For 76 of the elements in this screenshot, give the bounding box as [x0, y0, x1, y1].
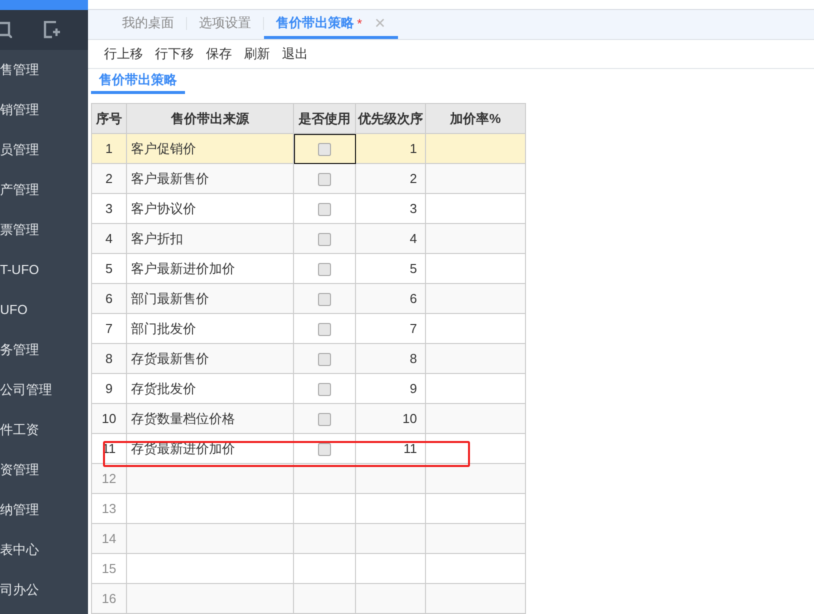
sidebar-item[interactable]: 员管理 — [0, 130, 39, 170]
sidebar-item[interactable]: 产管理 — [0, 170, 39, 210]
row-number: 7 — [105, 321, 113, 336]
checkbox[interactable] — [318, 383, 331, 396]
table-cell: 部门最新售价 — [131, 290, 209, 306]
table-cell: 3 — [410, 201, 417, 216]
checkbox[interactable] — [318, 443, 331, 456]
checkbox[interactable] — [318, 143, 331, 156]
row-number: 12 — [102, 471, 116, 486]
checkbox[interactable] — [318, 203, 331, 216]
table-cell: 存货数量档位价格 — [131, 410, 235, 426]
sidebar-item[interactable]: 票管理 — [0, 210, 39, 250]
sidebar-item[interactable]: 资管理 — [0, 450, 39, 490]
toolbar-button[interactable]: 保存 — [200, 42, 238, 66]
row-number: 13 — [102, 501, 116, 516]
row-number: 3 — [105, 201, 113, 216]
column-header: 序号 — [92, 104, 126, 134]
column-header: 是否使用 — [294, 104, 356, 134]
table-cell: 部门批发价 — [131, 320, 196, 336]
sidebar-item[interactable]: 务管理 — [0, 330, 39, 370]
checkbox[interactable] — [318, 323, 331, 336]
table-cell: 客户最新进价加价 — [131, 260, 235, 276]
column-header: 优先级次序 — [356, 104, 426, 134]
sidebar-item[interactable]: 纳管理 — [0, 490, 39, 530]
column-header: 售价带出来源 — [126, 104, 294, 134]
row-number: 1 — [105, 141, 113, 156]
row-number: 15 — [102, 561, 116, 576]
checkbox[interactable] — [318, 233, 331, 246]
sidebar-item[interactable]: 销管理 — [0, 90, 39, 130]
sidebar-item[interactable]: UFO — [0, 290, 28, 330]
checkbox[interactable] — [318, 263, 331, 276]
table-cell: 9 — [410, 381, 417, 396]
table-cell: 存货最新进价加价 — [131, 440, 235, 456]
sidebar-item[interactable]: 售管理 — [0, 50, 39, 90]
row-number: 14 — [102, 531, 116, 546]
toolbar-button[interactable]: 退出 — [276, 42, 314, 66]
row-number: 8 — [105, 351, 113, 366]
table-cell: 11 — [404, 441, 417, 456]
window-icon[interactable] — [0, 20, 12, 38]
table-cell: 存货最新售价 — [131, 350, 209, 366]
row-number: 6 — [105, 291, 113, 306]
checkbox[interactable] — [318, 173, 331, 186]
checkbox[interactable] — [318, 353, 331, 366]
sidebar-item[interactable]: 司办公 — [0, 570, 39, 610]
sidebar-item[interactable]: 件工资 — [0, 410, 39, 450]
checkbox[interactable] — [318, 413, 331, 426]
table-cell: 10 — [402, 411, 417, 426]
table-cell: 客户最新售价 — [131, 170, 209, 186]
modified-mark: * — [357, 16, 362, 31]
row-number: 2 — [105, 171, 113, 186]
toolbar-button[interactable]: 刷新 — [238, 42, 276, 66]
table-cell: 客户促销价 — [131, 140, 196, 156]
table-cell: 5 — [410, 261, 417, 276]
sidebar-item[interactable]: 表中心 — [0, 530, 39, 570]
row-number: 16 — [102, 591, 116, 606]
row-number: 5 — [105, 261, 113, 276]
toolbar-button[interactable]: 行上移 — [98, 42, 149, 66]
add-page-icon[interactable] — [43, 21, 61, 39]
row-number: 4 — [105, 231, 113, 246]
sidebar-item[interactable]: T-UFO — [0, 250, 39, 290]
table-cell: 7 — [410, 321, 417, 336]
checkbox[interactable] — [318, 293, 331, 306]
table-cell: 客户折扣 — [131, 230, 183, 246]
row-number: 10 — [102, 411, 116, 426]
table-cell: 存货批发价 — [131, 380, 196, 396]
table-cell: 4 — [410, 231, 417, 246]
table-cell: 1 — [410, 141, 417, 156]
table-cell: 8 — [410, 351, 417, 366]
table-cell: 客户协议价 — [131, 200, 196, 216]
table-cell: 6 — [410, 291, 417, 306]
table-cell: 2 — [410, 171, 417, 186]
tab[interactable]: 售价带出策略 * ✕ — [264, 10, 398, 39]
column-header: 加价率% — [426, 104, 526, 134]
row-number: 9 — [105, 381, 113, 396]
sidebar-item[interactable]: 公司管理 — [0, 370, 52, 410]
toolbar-button[interactable]: 行下移 — [149, 42, 200, 66]
